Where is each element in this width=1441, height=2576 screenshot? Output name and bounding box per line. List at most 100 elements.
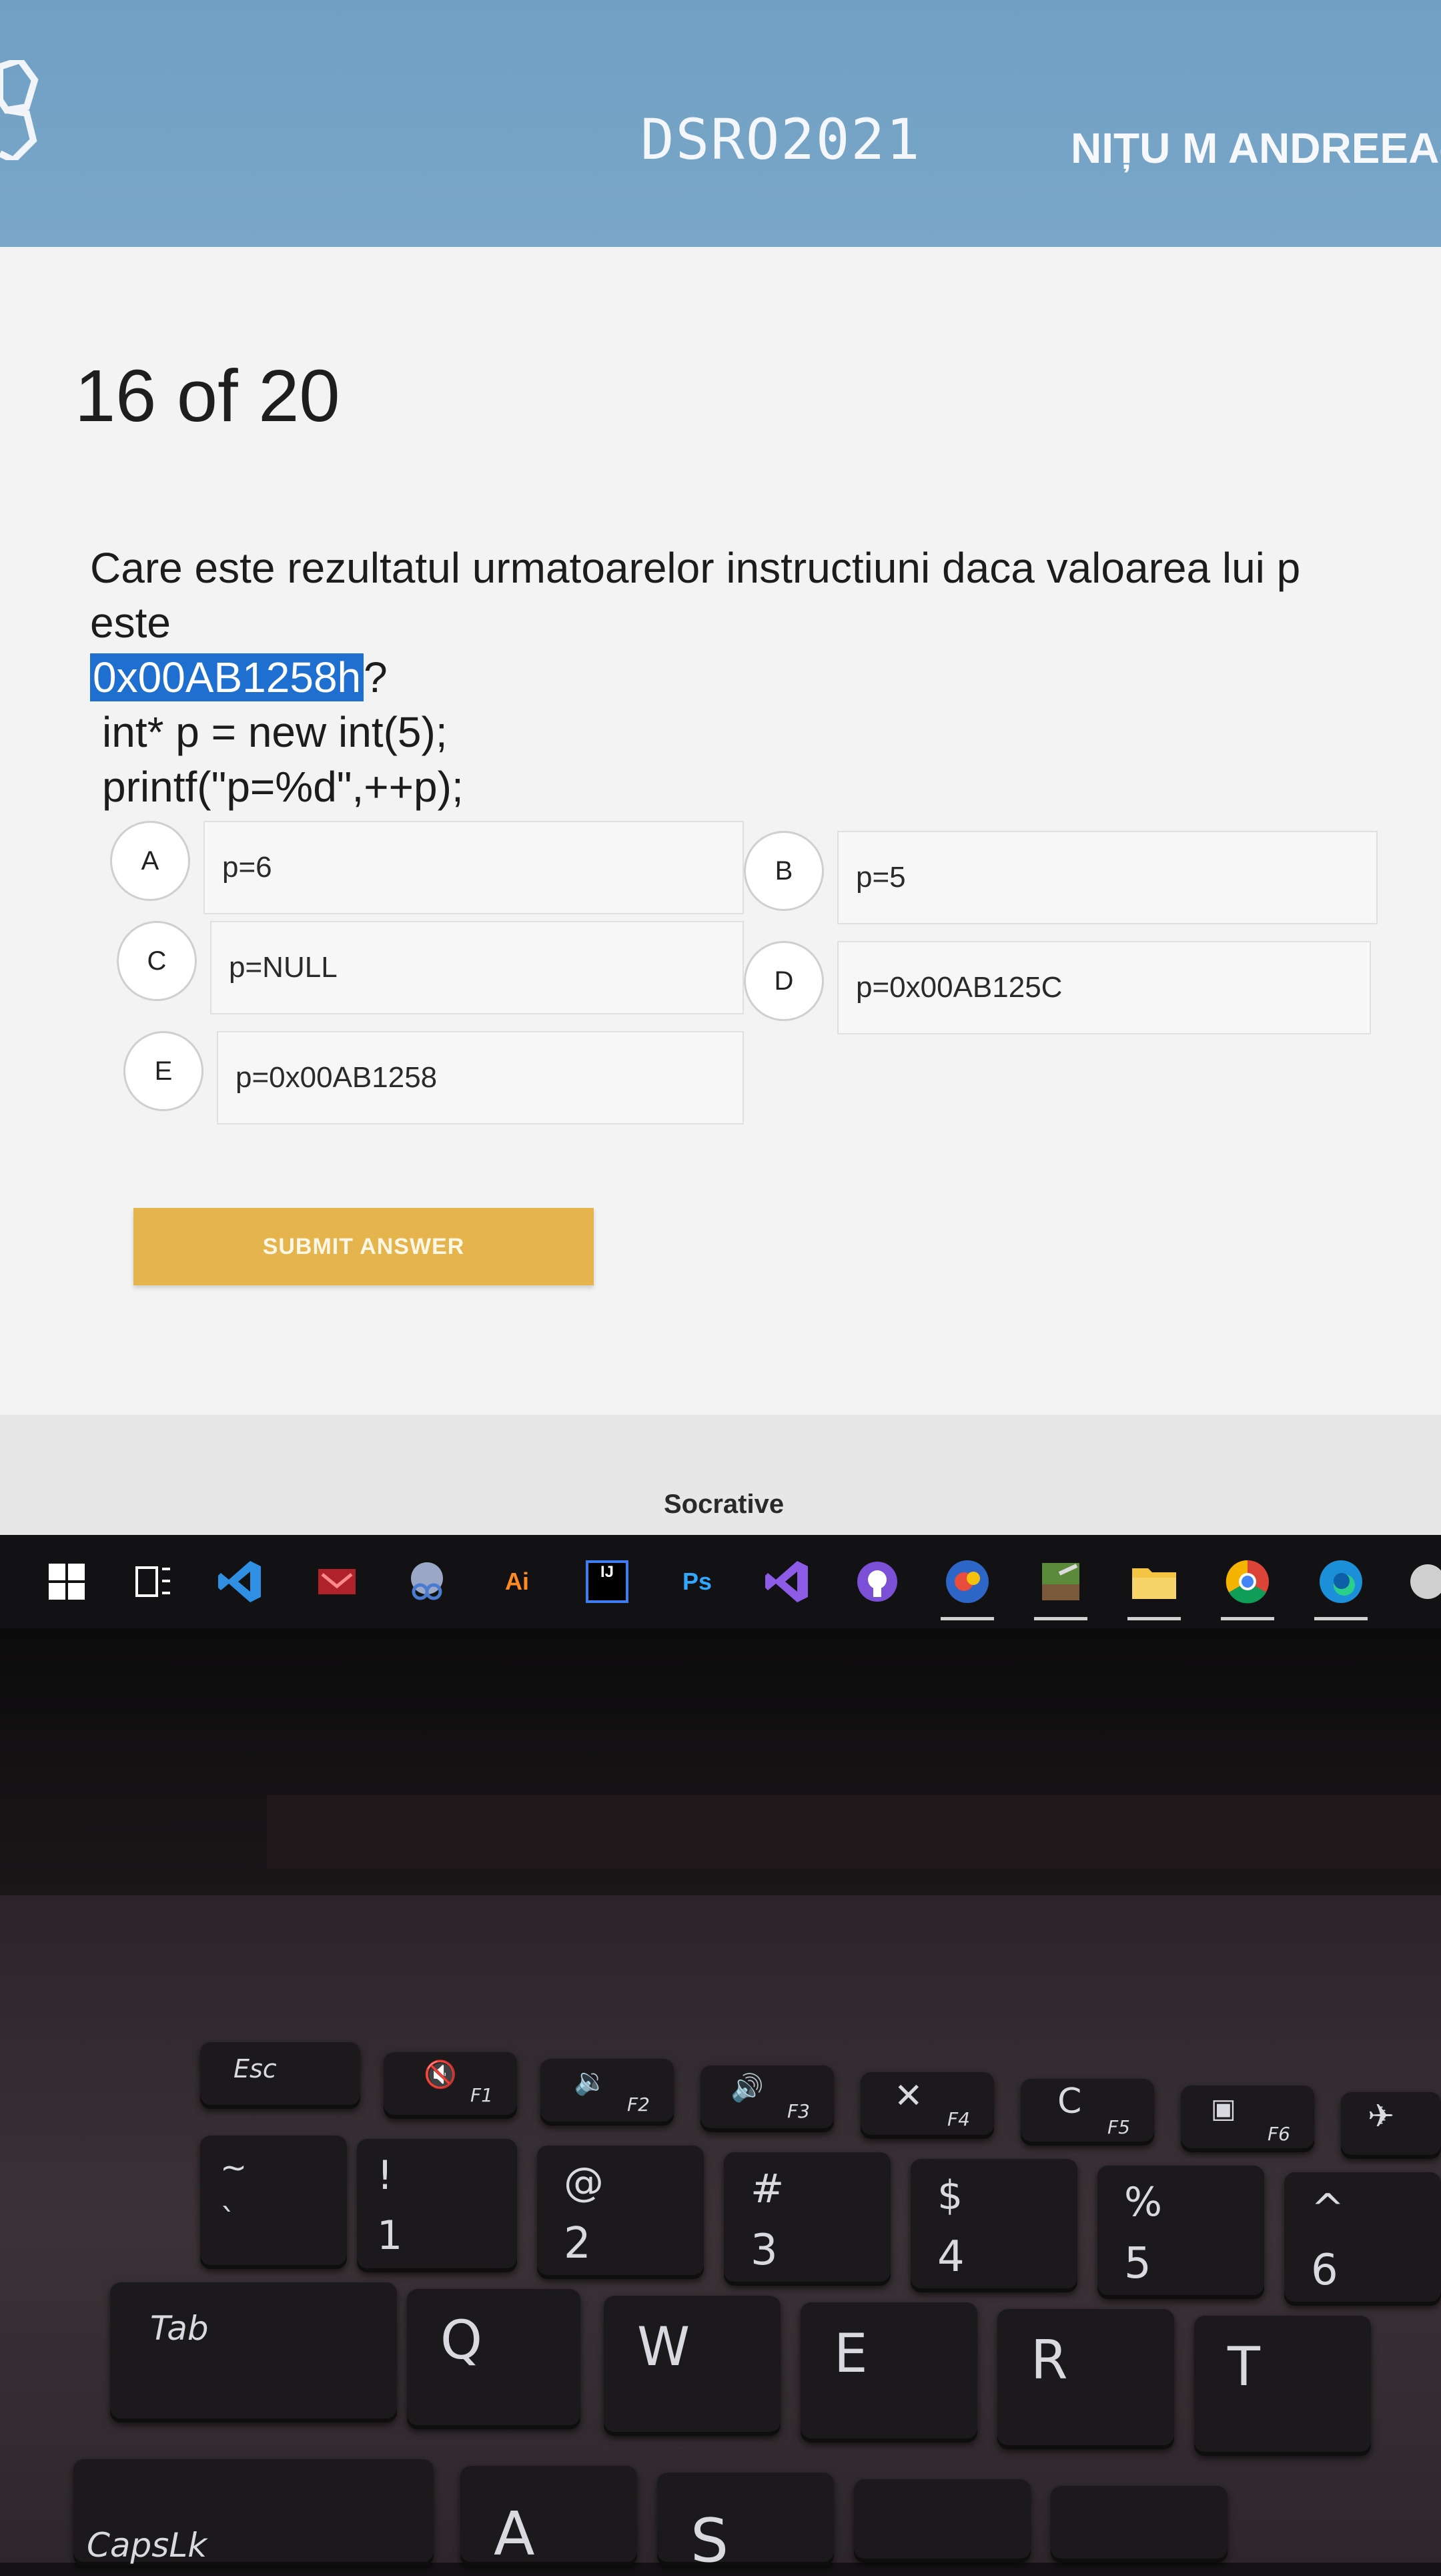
key-e[interactable]: E [801,2302,977,2443]
key-5-bottom: 5 [1124,2239,1151,2288]
github-desktop-icon[interactable] [851,1555,904,1608]
refresh-icon: C [1057,2081,1082,2122]
active-indicator [1127,1617,1181,1620]
key-d[interactable] [854,2479,1031,2563]
choice-letter-e[interactable]: E [123,1031,203,1111]
intellij-glyph: IJ [586,1560,628,1603]
key-esc[interactable]: Esc [200,2042,360,2109]
key-f3[interactable]: 🔊 F3 [700,2065,834,2132]
mic-mute-icon: ✕ [894,2076,923,2116]
choice-d[interactable]: D p=0x00AB125C [744,941,1411,1041]
socrative-logo-icon [0,60,39,160]
key-f7[interactable]: ✈ [1341,2092,1441,2159]
chrome-profile-icon[interactable] [941,1555,994,1620]
question-line1: Care este rezultatul urmatoarelor instru… [90,544,1301,647]
key-6-bottom: 6 [1311,2246,1338,2295]
key-4-bottom: 4 [937,2232,965,2282]
key-r[interactable]: R [997,2309,1174,2449]
minecraft-icon[interactable] [1034,1555,1087,1620]
key-f5-label: F5 [1107,2116,1130,2138]
key-a[interactable]: A [460,2466,637,2569]
key-f1[interactable]: 🔇 F1 [384,2052,517,2119]
footer-brand: Socrative [664,1490,785,1519]
choice-text-b[interactable]: p=5 [837,831,1378,924]
key-f6[interactable]: ▣ F6 [1181,2085,1314,2152]
key-3-bottom: 3 [751,2226,778,2275]
key-backtick-top: ~ [220,2149,248,2186]
choice-text-c[interactable]: p=NULL [210,921,744,1014]
airplane-mode-icon: ✈ [1368,2098,1395,2135]
choice-letter-d[interactable]: D [744,941,824,1021]
key-s[interactable]: S [657,2473,834,2576]
choice-text-a[interactable]: p=6 [203,821,744,914]
key-4-top: $ [937,2172,963,2219]
choice-text-d[interactable]: p=0x00AB125C [837,941,1371,1034]
question-progress: 16 of 20 [75,355,340,437]
vscode-icon[interactable] [213,1555,267,1608]
submit-answer-button[interactable]: SUBMIT ANSWER [133,1208,594,1285]
keyboard-deck: Esc 🔇 F1 🔉 F2 🔊 F3 ✕ F4 C F5 ▣ F6 ✈ ~ ` … [0,1895,1441,2576]
active-indicator [941,1617,994,1620]
choice-letter-c[interactable]: C [117,921,197,1001]
choice-e[interactable]: E p=0x00AB1258 [123,1031,791,1131]
active-indicator [1221,1617,1274,1620]
code-line-1: int* p = new int(5); [102,708,448,756]
choice-letter-b[interactable]: B [744,831,824,911]
header-bar: DSRO2021 NIȚU M ANDREEA-B [0,0,1441,247]
key-4[interactable]: $ 4 [911,2159,1077,2292]
windows-start-icon[interactable] [40,1555,93,1608]
choice-letter-a[interactable]: A [110,821,190,901]
key-f3-label: F3 [787,2100,810,2122]
key-t-label: T [1228,2336,1260,2398]
active-indicator [1314,1617,1368,1620]
choice-a[interactable]: A p=6 [110,821,777,921]
visual-studio-icon[interactable] [761,1555,814,1608]
active-indicator [1034,1617,1087,1620]
highlighted-address[interactable]: 0x00AB1258h [90,653,364,701]
question-prompt: Care este rezultatul urmatoarelor instru… [90,541,1391,705]
chrome-icon[interactable] [1221,1555,1274,1620]
choice-text-e[interactable]: p=0x00AB1258 [217,1031,744,1124]
key-1[interactable]: ! 1 [357,2139,517,2272]
illustrator-icon[interactable]: Ai [490,1555,544,1608]
choice-c[interactable]: C p=NULL [117,921,784,1021]
key-6[interactable]: ^ 6 [1284,2172,1441,2306]
key-s-label: S [690,2506,729,2576]
file-explorer-icon[interactable] [1127,1555,1181,1620]
mail-app-icon[interactable] [310,1555,364,1608]
key-backtick-bottom: ` [220,2202,236,2240]
key-t[interactable]: T [1194,2316,1371,2456]
intellij-icon[interactable]: IJ [580,1555,634,1608]
volume-down-icon: 🔉 [574,2066,607,2097]
key-capslock-label: CapsLk [87,2526,207,2565]
overflow-app-icon[interactable] [1401,1555,1441,1608]
key-3-top: # [751,2166,785,2212]
key-capslock[interactable]: CapsLk [73,2459,434,2566]
key-tab-label: Tab [150,2309,209,2348]
volume-up-icon: 🔊 [731,2073,764,2104]
room-name: DSRO2021 [640,107,921,172]
key-f4-label: F4 [947,2108,970,2130]
photoshop-icon[interactable]: Ps [670,1555,724,1608]
student-name: NIȚU M ANDREEA-B [1071,124,1441,172]
key-3[interactable]: # 3 [724,2152,891,2286]
key-f4[interactable]: ✕ F4 [861,2072,994,2139]
key-backtick[interactable]: ~ ` [200,2136,347,2269]
key-2[interactable]: @ 2 [537,2146,704,2279]
key-5[interactable]: % 5 [1097,2166,1264,2299]
key-w[interactable]: W [604,2296,781,2436]
key-q[interactable]: Q [407,2289,580,2429]
task-view-icon[interactable] [127,1555,180,1608]
laptop-hinge [267,1795,1441,1869]
key-f5[interactable]: C F5 [1021,2079,1154,2146]
choice-b[interactable]: B p=5 [744,831,1411,931]
key-tab[interactable]: Tab [110,2282,397,2423]
key-e-label: E [834,2322,868,2384]
edge-icon[interactable] [1314,1555,1368,1620]
key-f[interactable] [1051,2486,1228,2563]
key-a-label: A [494,2499,535,2569]
key-f6-label: F6 [1268,2123,1290,2145]
key-6-top: ^ [1311,2186,1345,2232]
key-f2[interactable]: 🔉 F2 [540,2059,674,2126]
snipping-tool-icon[interactable] [400,1555,454,1608]
